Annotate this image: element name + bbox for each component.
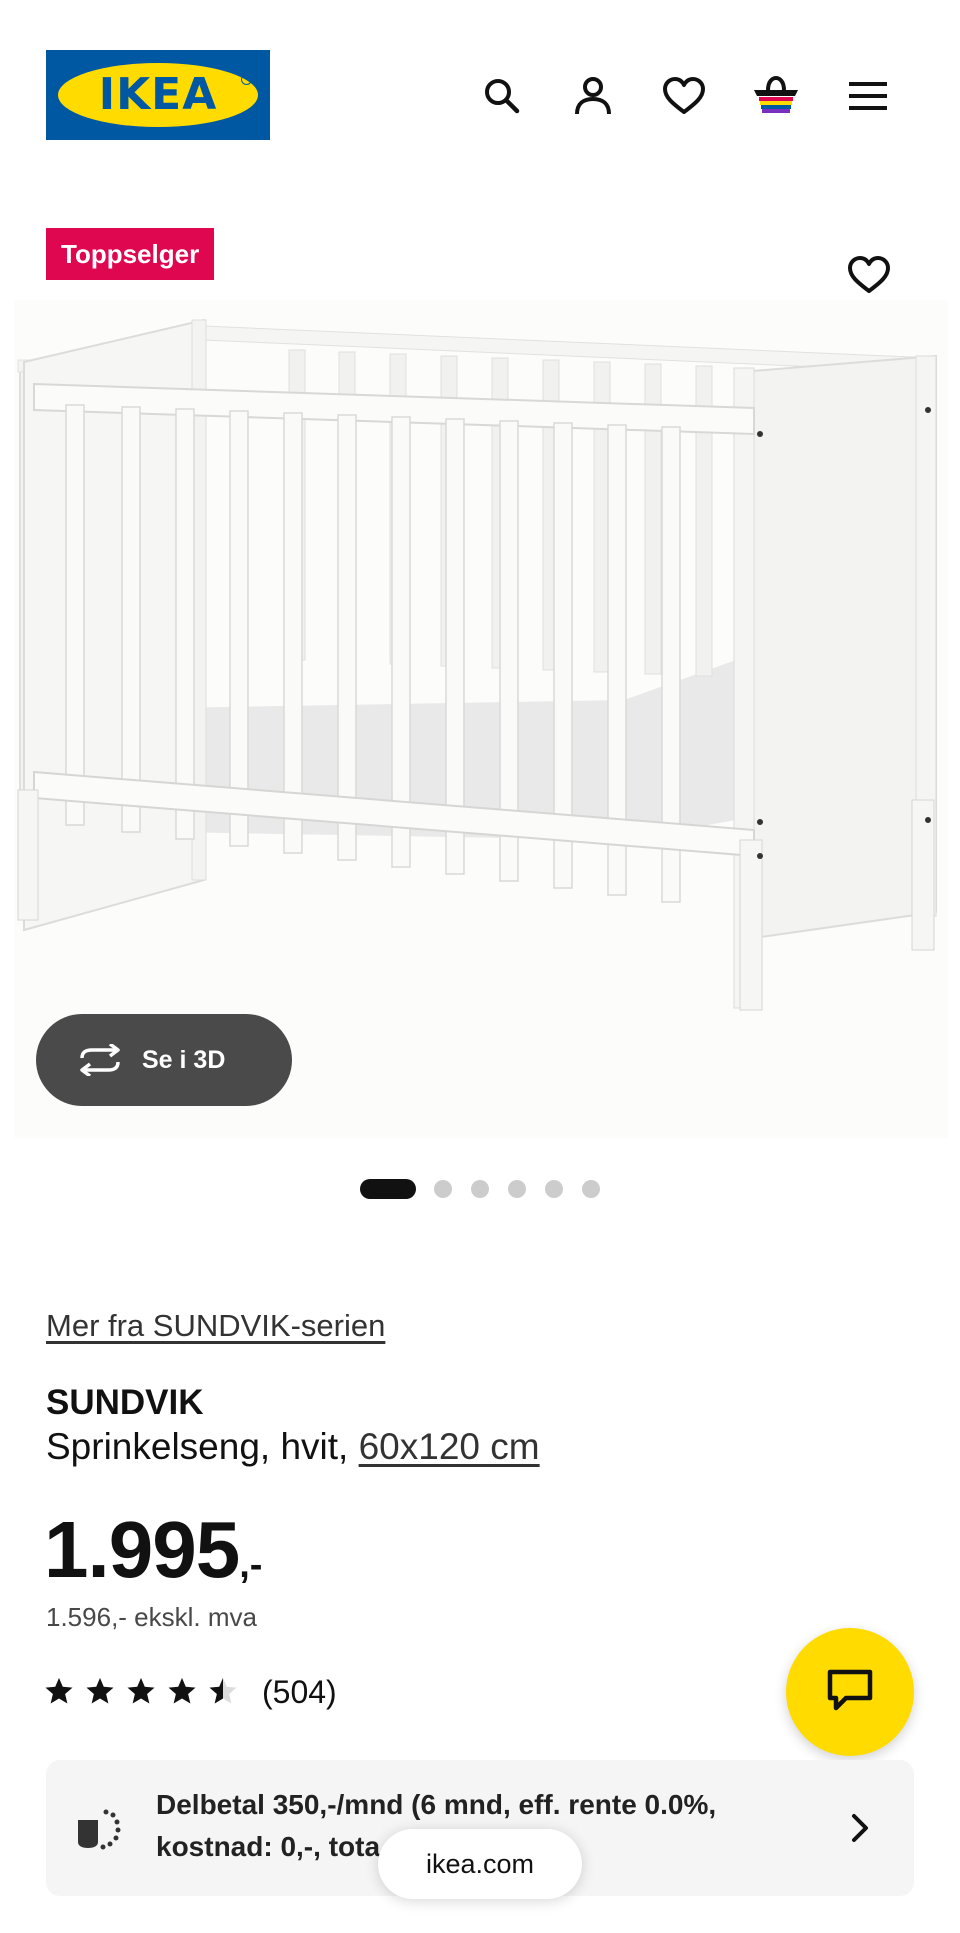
product-name: SUNDVIK [46, 1383, 204, 1422]
chevron-right-icon [846, 1810, 876, 1846]
ikea-logo[interactable]: IKEA [46, 50, 270, 140]
carousel-dot-4[interactable] [508, 1180, 526, 1198]
review-count[interactable]: (504) [262, 1674, 337, 1711]
carousel-dot-5[interactable] [545, 1180, 563, 1198]
star-full-icon [45, 1677, 73, 1704]
rotate-3d-icon [76, 1040, 128, 1080]
price-ex-vat: 1.596,- ekskl. mva [46, 1602, 257, 1632]
product-description: Sprinkelseng, hvit, 60x120 cm [46, 1426, 540, 1468]
view-3d-button[interactable]: Se i 3D [36, 1014, 292, 1106]
price-main: 1.995 [44, 1505, 240, 1594]
user-icon[interactable] [565, 68, 621, 124]
top-seller-badge: Toppselger [46, 228, 215, 280]
menu-icon[interactable] [840, 68, 896, 124]
payment-icon [76, 1806, 122, 1852]
carousel-dot-3[interactable] [471, 1180, 489, 1198]
product-image[interactable] [14, 300, 948, 1138]
installment-line-1: Delbetal 350,-/mnd (6 mnd, eff. rente 0.… [156, 1789, 717, 1820]
price: 1.995,- [44, 1502, 262, 1613]
product-type: Sprinkelseng, hvit, [46, 1426, 349, 1467]
basket-icon[interactable] [748, 68, 804, 124]
carousel-dot-1[interactable] [360, 1179, 416, 1199]
carousel-dot-2[interactable] [434, 1180, 452, 1198]
heart-icon[interactable] [656, 68, 712, 124]
star-full-icon [86, 1677, 114, 1704]
chat-bubble-icon [826, 1668, 874, 1717]
browser-url-pill[interactable]: ikea.com [378, 1829, 582, 1899]
search-icon[interactable] [474, 68, 530, 124]
star-full-icon [168, 1677, 196, 1704]
wishlist-heart-icon[interactable] [838, 244, 900, 306]
star-half-icon [209, 1677, 237, 1704]
dimensions-link[interactable]: 60x120 cm [359, 1426, 540, 1467]
carousel-indicator [360, 1178, 619, 1200]
chat-button[interactable] [786, 1628, 914, 1756]
series-link[interactable]: Mer fra SUNDVIK-serien [46, 1308, 385, 1344]
carousel-dot-6[interactable] [582, 1180, 600, 1198]
star-full-icon [127, 1677, 155, 1704]
registered-mark [241, 74, 252, 85]
price-suffix: ,- [239, 1544, 263, 1586]
logo-text: IKEA [98, 69, 218, 120]
rating-stars[interactable] [44, 1676, 249, 1706]
view-3d-label: Se i 3D [142, 1045, 226, 1074]
